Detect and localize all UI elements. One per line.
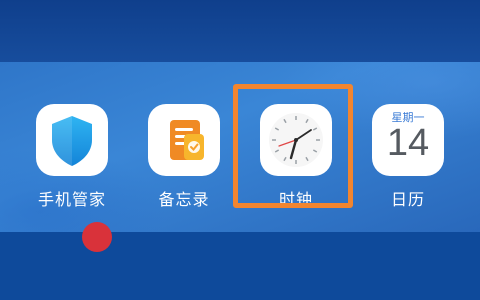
calendar-icon[interactable]: 星期一 14 [372,104,444,176]
home-screen: 手机管家 备忘录 时钟 星期一 14 日历 [0,0,480,300]
wallpaper-bottom [0,232,480,300]
app-phone-manager[interactable]: 手机管家 [32,104,112,210]
app-label: 日历 [390,190,425,209]
app-label: 备忘录 [158,190,210,209]
wallpaper-top [0,0,480,62]
app-label: 手机管家 [37,190,106,209]
notification-badge [82,222,112,252]
app-notes[interactable]: 备忘录 [144,104,224,210]
app-calendar[interactable]: 星期一 14 日历 [368,104,448,210]
highlight-frame [233,84,353,208]
shield-icon[interactable] [36,104,108,176]
calendar-day: 14 [386,122,430,164]
notes-icon[interactable] [148,104,220,176]
